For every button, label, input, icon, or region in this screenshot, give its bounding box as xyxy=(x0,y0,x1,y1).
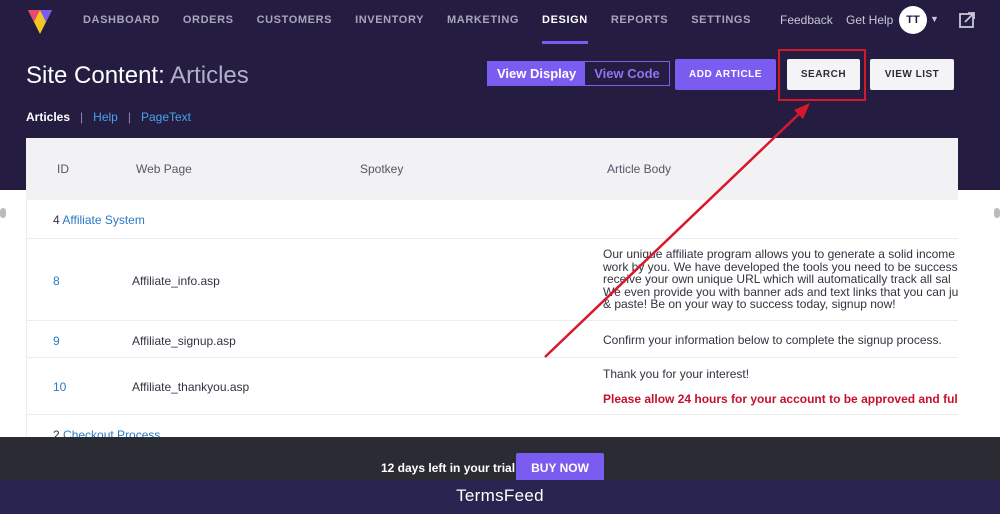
subnav-pagetext[interactable]: PageText xyxy=(141,110,191,124)
row-web-page: Affiliate_signup.asp xyxy=(132,334,236,348)
subnav-articles[interactable]: Articles xyxy=(26,110,70,124)
nav-item-design[interactable]: DESIGN xyxy=(542,0,588,44)
row-web-page: Affiliate_thankyou.asp xyxy=(132,380,250,394)
group-label: 2 Checkout Process xyxy=(53,428,160,437)
add-article-button[interactable]: ADD ARTICLE xyxy=(675,59,776,90)
breadcrumb: Articles | Help | PageText xyxy=(26,110,191,124)
row-id-link[interactable]: 8 xyxy=(53,274,60,288)
subnav-help[interactable]: Help xyxy=(93,110,118,124)
main-nav: DASHBOARD ORDERS CUSTOMERS INVENTORY MAR… xyxy=(83,0,774,44)
get-help-link[interactable]: Get Help xyxy=(846,13,893,27)
table-row[interactable]: 8 Affiliate_info.asp Our unique affiliat… xyxy=(27,239,958,321)
group-link[interactable]: Affiliate System xyxy=(62,213,144,227)
feedback-link[interactable]: Feedback xyxy=(780,13,833,27)
subnav-separator: | xyxy=(80,110,84,124)
view-list-button[interactable]: VIEW LIST xyxy=(870,59,954,90)
page-title-main: Site Content: xyxy=(26,62,165,89)
group-label: 4 Affiliate System xyxy=(53,213,145,227)
view-code-toggle[interactable]: View Code xyxy=(585,62,669,85)
search-highlight-annotation xyxy=(778,49,866,101)
group-link[interactable]: Checkout Process xyxy=(63,428,160,437)
table-header: ID Web Page Spotkey Article Body xyxy=(26,138,958,200)
nav-item-orders[interactable]: ORDERS xyxy=(183,0,234,44)
nav-item-reports[interactable]: REPORTS xyxy=(611,0,668,44)
group-number: 2 xyxy=(53,428,60,437)
row-id-link[interactable]: 9 xyxy=(53,334,60,348)
nav-item-customers[interactable]: CUSTOMERS xyxy=(257,0,332,44)
table-row[interactable]: 9 Affiliate_signup.asp Confirm your info… xyxy=(27,321,958,358)
column-header-web-page[interactable]: Web Page xyxy=(136,162,192,176)
trial-banner: 12 days left in your trial xyxy=(0,437,1000,480)
body-line: receive your own unique URL which will a… xyxy=(603,272,951,287)
row-article-body: Thank you for your interest! xyxy=(603,367,750,381)
avatar[interactable]: TT xyxy=(899,6,927,34)
right-scroll-handle[interactable] xyxy=(994,208,1000,218)
group-row: 4 Affiliate System xyxy=(27,200,958,239)
page-title-sub: Articles xyxy=(170,62,249,89)
chevron-down-icon[interactable]: ▼ xyxy=(930,14,939,24)
page-title: Site Content: Articles xyxy=(26,62,249,90)
view-display-toggle[interactable]: View Display xyxy=(488,62,586,85)
group-row: 2 Checkout Process xyxy=(27,415,958,437)
table-row[interactable]: 10 Affiliate_thankyou.asp Thank you for … xyxy=(27,358,958,415)
row-article-body: Our unique affiliate program allows you … xyxy=(603,248,958,311)
body-line: Our unique affiliate program allows you … xyxy=(603,247,955,261)
body-line: & paste! Be on your way to success today… xyxy=(603,297,896,312)
buy-now-button[interactable]: BUY NOW xyxy=(516,453,604,483)
articles-table: 4 Affiliate System 8 Affiliate_info.asp … xyxy=(26,200,958,437)
column-header-id[interactable]: ID xyxy=(57,162,69,176)
footer-brand: TermsFeed xyxy=(0,480,1000,514)
column-header-article-body[interactable]: Article Body xyxy=(607,162,671,176)
left-scroll-handle[interactable] xyxy=(0,208,6,218)
row-id-link[interactable]: 10 xyxy=(53,380,66,394)
nav-item-inventory[interactable]: INVENTORY xyxy=(355,0,424,44)
nav-item-marketing[interactable]: MARKETING xyxy=(447,0,519,44)
row-article-alert: Please allow 24 hours for your account t… xyxy=(603,392,958,406)
group-number: 4 xyxy=(53,213,60,227)
view-toggle: View Display View Code xyxy=(487,61,670,86)
subnav-separator: | xyxy=(127,110,131,124)
row-web-page: Affiliate_info.asp xyxy=(132,274,220,288)
external-link-icon[interactable] xyxy=(958,11,976,29)
nav-item-settings[interactable]: SETTINGS xyxy=(691,0,751,44)
trial-message: 12 days left in your trial xyxy=(381,461,516,475)
column-header-spotkey[interactable]: Spotkey xyxy=(360,162,403,176)
nav-item-dashboard[interactable]: DASHBOARD xyxy=(83,0,160,44)
row-article-body: Confirm your information below to comple… xyxy=(603,333,942,347)
brand-logo-icon[interactable] xyxy=(26,6,54,36)
